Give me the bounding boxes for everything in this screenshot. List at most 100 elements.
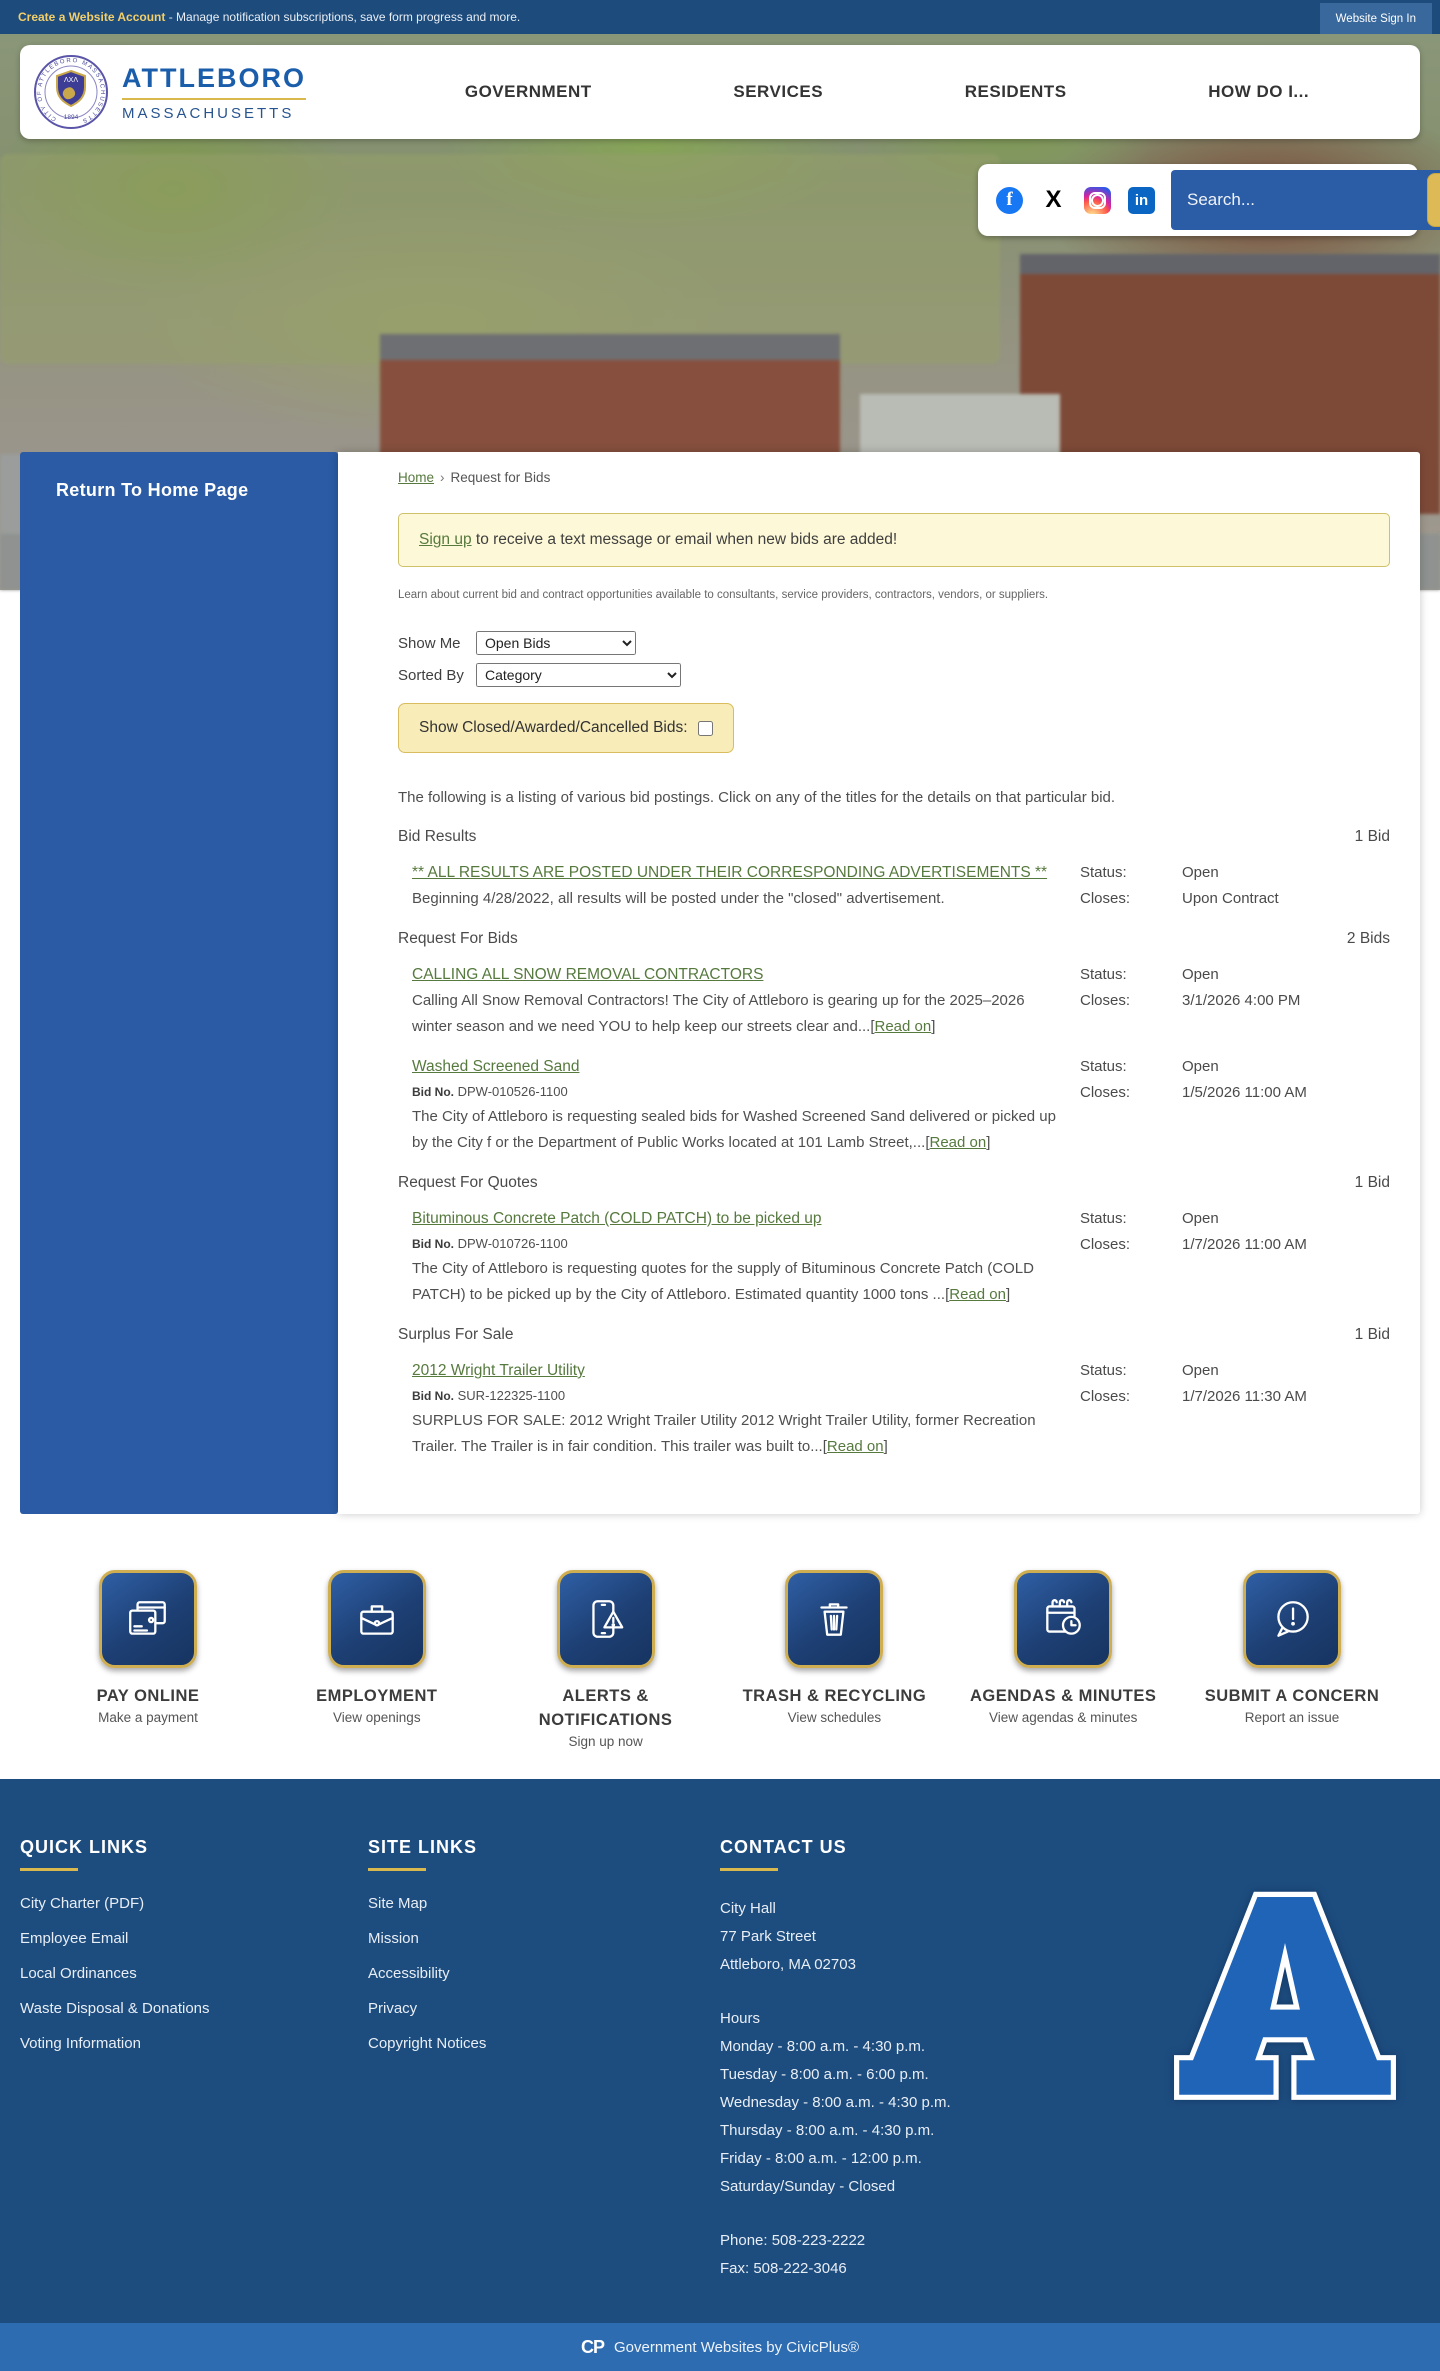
wordmark: ATTLEBORO MASSACHUSETTS	[122, 63, 306, 122]
hours-heading: Hours	[720, 2010, 761, 2027]
hours-line: Thursday - 8:00 a.m. - 4:30 p.m.	[720, 2122, 935, 2139]
footer-link-mission[interactable]: Mission	[368, 1930, 720, 1947]
account-promo-text: Create a Website Account - Manage notifi…	[18, 10, 520, 24]
contact-address-line: City Hall	[720, 1900, 776, 1917]
search-input[interactable]	[1171, 190, 1424, 210]
site-logo[interactable]: CITY OF ATTLEBORO MASSACHUSETTS ΛΧΛ 1894…	[34, 55, 334, 129]
footer-link-local-ordinances[interactable]: Local Ordinances	[20, 1965, 368, 1982]
bid-description: The City of Attleboro is requesting quot…	[412, 1260, 1034, 1303]
show-closed-box: Show Closed/Awarded/Cancelled Bids:	[398, 703, 734, 753]
read-on-link[interactable]: Read on	[929, 1134, 986, 1151]
nav-how-do-i[interactable]: HOW DO I...	[1208, 82, 1309, 102]
tile-submit-concern[interactable]: SUBMIT A CONCERN Report an issue	[1184, 1570, 1400, 1749]
tile-subtitle: View agendas & minutes	[989, 1710, 1138, 1725]
status-label: Status:	[1080, 1210, 1127, 1227]
x-twitter-icon[interactable]: X	[1040, 186, 1067, 214]
closes-label: Closes:	[1080, 890, 1131, 907]
tile-agendas-minutes[interactable]: AGENDAS & MINUTES View agendas & minutes	[955, 1570, 1171, 1749]
show-closed-checkbox[interactable]	[697, 720, 713, 736]
nav-residents[interactable]: RESIDENTS	[965, 82, 1067, 102]
bid-status-block: Status: Open Closes: 3/1/2026 4:00 PM	[1080, 962, 1390, 1040]
bid-number: Bid No. SUR-122325-1100	[412, 1388, 566, 1403]
civicplus-credit[interactable]: Government Websites by CivicPlus®	[614, 2339, 859, 2356]
tile-pay-online[interactable]: PAY ONLINE Make a payment	[40, 1570, 256, 1749]
bid-title-link[interactable]: Bituminous Concrete Patch (COLD PATCH) t…	[412, 1206, 822, 1232]
listing-intro: The following is a listing of various bi…	[398, 789, 1116, 806]
closes-value: 3/1/2026 4:00 PM	[1182, 992, 1301, 1009]
nav-services[interactable]: SERVICES	[733, 82, 823, 102]
read-on-link[interactable]: Read on	[827, 1438, 884, 1455]
search-box	[1171, 170, 1440, 230]
footer-link-privacy[interactable]: Privacy	[368, 2000, 720, 2017]
section-title: Request For Bids	[398, 930, 518, 947]
facebook-icon[interactable]: f	[996, 186, 1023, 214]
search-button[interactable]	[1427, 173, 1440, 227]
tile-title: AGENDAS & MINUTES	[970, 1687, 1157, 1705]
read-on-link[interactable]: Read on	[949, 1286, 1006, 1303]
instagram-icon[interactable]	[1084, 186, 1111, 214]
sorted-by-label: Sorted By	[398, 666, 464, 684]
footer-link-employee-email[interactable]: Employee Email	[20, 1930, 368, 1947]
tile-title: TRASH & RECYCLING	[742, 1687, 927, 1705]
website-signin-button[interactable]: Website Sign In	[1319, 3, 1432, 34]
hours-line: Wednesday - 8:00 a.m. - 4:30 p.m.	[720, 2094, 951, 2111]
bid-title-link[interactable]: CALLING ALL SNOW REMOVAL CONTRACTORS	[412, 962, 763, 988]
calendar-clock-icon	[1014, 1570, 1113, 1668]
footer-link-city-charter[interactable]: City Charter (PDF)	[20, 1895, 368, 1912]
bid-number: Bid No. DPW-010526-1100	[412, 1084, 568, 1099]
section-header-surplus-for-sale: Surplus For Sale 1 Bid	[398, 1326, 1390, 1344]
sorted-by-select[interactable]: Category	[476, 663, 681, 687]
create-account-link[interactable]: Create a Website Account	[18, 10, 165, 24]
tile-title: EMPLOYMENT	[316, 1687, 438, 1705]
quick-links-tiles: PAY ONLINE Make a payment EMPLOYMENT Vie…	[0, 1514, 1440, 1779]
signup-text: to receive a text message or email when …	[471, 531, 898, 548]
bid-title-link[interactable]: ** ALL RESULTS ARE POSTED UNDER THEIR CO…	[412, 860, 1047, 886]
tile-alerts[interactable]: ALERTS & NOTIFICATIONS Sign up now	[498, 1570, 714, 1749]
footer-link-voting-info[interactable]: Voting Information	[20, 2035, 368, 2052]
svg-text:1894: 1894	[64, 114, 79, 121]
footer-contact: CONTACT US City Hall 77 Park Street Attl…	[720, 1837, 1150, 2283]
section-count: 2 Bids	[1346, 930, 1390, 947]
footer-link-accessibility[interactable]: Accessibility	[368, 1965, 720, 1982]
bid-item: CALLING ALL SNOW REMOVAL CONTRACTORS Cal…	[412, 962, 1390, 1040]
status-value: Open	[1182, 966, 1219, 983]
status-value: Open	[1182, 1362, 1219, 1379]
nav-government[interactable]: GOVERNMENT	[465, 82, 592, 102]
footer-link-waste-disposal[interactable]: Waste Disposal & Donations	[20, 2000, 368, 2017]
show-me-label: Show Me	[398, 634, 461, 652]
wallet-icon	[99, 1570, 197, 1668]
linkedin-icon[interactable]: in	[1128, 186, 1155, 214]
closes-label: Closes:	[1080, 1084, 1131, 1101]
bracket: ]	[931, 1018, 936, 1035]
footer-link-copyright[interactable]: Copyright Notices	[368, 2035, 720, 2052]
show-closed-label: Show Closed/Awarded/Cancelled Bids:	[419, 719, 688, 736]
bid-title-link[interactable]: Washed Screened Sand	[412, 1054, 579, 1080]
show-me-select[interactable]: Open Bids	[476, 631, 636, 655]
tile-trash-recycling[interactable]: TRASH & RECYCLING View schedules	[726, 1570, 942, 1749]
footer-heading: SITE LINKS	[368, 1837, 478, 1857]
closes-label: Closes:	[1080, 992, 1131, 1009]
status-label: Status:	[1080, 1058, 1127, 1075]
signup-link[interactable]: Sign up	[419, 531, 472, 548]
breadcrumb-home-link[interactable]: Home	[398, 470, 434, 485]
tile-employment[interactable]: EMPLOYMENT View openings	[269, 1570, 485, 1749]
closes-label: Closes:	[1080, 1236, 1131, 1253]
bracket: ]	[986, 1134, 991, 1151]
read-on-link[interactable]: Read on	[875, 1018, 932, 1035]
footer-heading: CONTACT US	[720, 1837, 847, 1857]
footer-link-site-map[interactable]: Site Map	[368, 1895, 720, 1912]
bid-title-link[interactable]: 2012 Wright Trailer Utility	[412, 1358, 585, 1384]
left-sidebar: Return To Home Page	[20, 452, 338, 1514]
wordmark-state: MASSACHUSETTS	[122, 104, 295, 122]
tile-subtitle: View schedules	[787, 1710, 882, 1725]
section-title: Bid Results	[398, 828, 477, 845]
status-label: Status:	[1080, 1362, 1127, 1379]
site-header: CITY OF ATTLEBORO MASSACHUSETTS ΛΧΛ 1894…	[20, 45, 1420, 139]
content-area: Return To Home Page Home › Request for Bid…	[0, 452, 1440, 1514]
breadcrumb-current: Request for Bids	[450, 470, 551, 485]
return-home-link[interactable]: Return To Home Page	[56, 480, 248, 500]
main-content: Home › Request for Bids Sign up to receive…	[338, 452, 1420, 1514]
civicplus-logo-icon: CP	[580, 2336, 605, 2357]
footer-heading: QUICK LINKS	[20, 1837, 148, 1857]
svg-text:ΛΧΛ: ΛΧΛ	[64, 77, 78, 84]
